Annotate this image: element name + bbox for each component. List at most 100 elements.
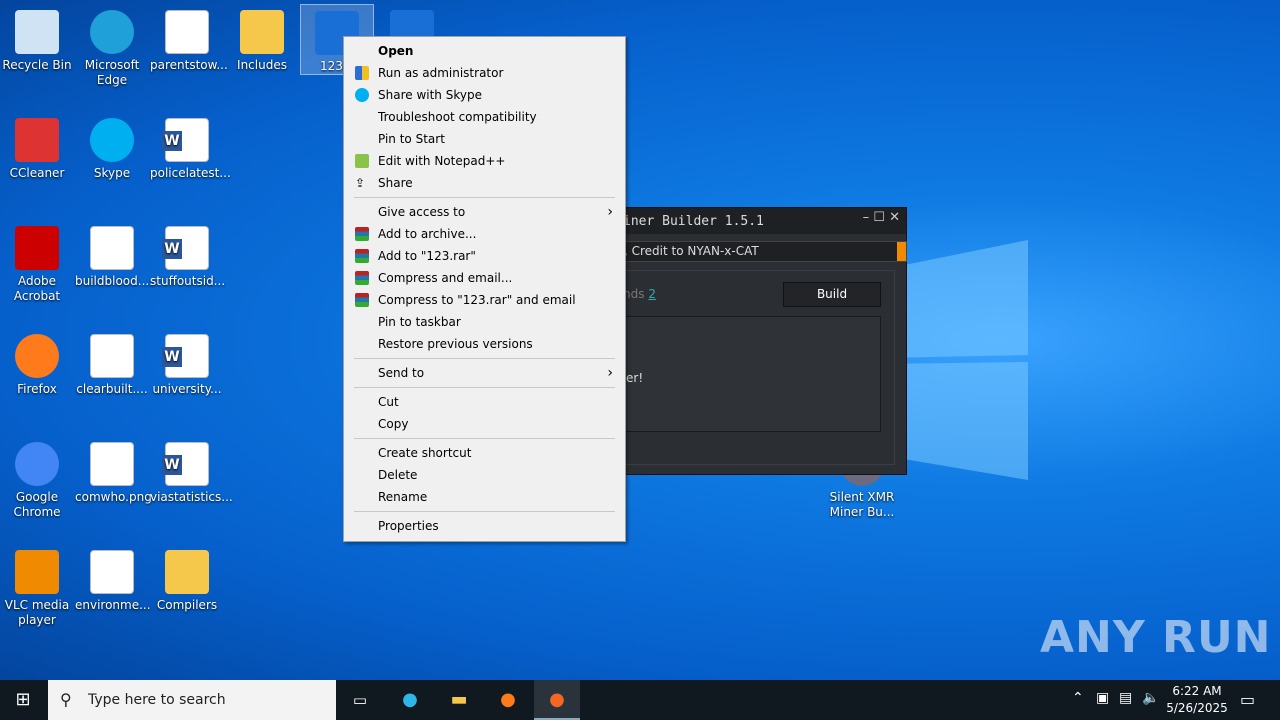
winrar-icon xyxy=(355,249,369,263)
desktop-icon[interactable]: stuffoutsid... xyxy=(150,220,225,289)
desktop-icon[interactable]: Compilers xyxy=(150,544,224,613)
menu-item-label: Create shortcut xyxy=(378,446,472,460)
menu-item[interactable]: Open xyxy=(344,40,625,62)
chevron-right-icon: › xyxy=(607,365,613,381)
notifications-icon[interactable]: ▭ xyxy=(1240,690,1255,709)
skype-icon xyxy=(355,88,369,102)
desktop-icon[interactable]: Includes xyxy=(225,4,299,73)
menu-item[interactable]: Restore previous versions xyxy=(344,333,625,355)
menu-item-label: Compress and email... xyxy=(378,271,513,285)
maximize-button[interactable]: ☐ xyxy=(873,210,885,225)
menu-separator xyxy=(354,387,615,388)
desktop-icon-label: clearbuilt.... xyxy=(76,382,148,396)
desktop-icon[interactable]: comwho.png xyxy=(75,436,152,505)
option-link[interactable]: 2 xyxy=(648,287,656,301)
word-icon xyxy=(162,442,209,486)
menu-item-label: Give access to xyxy=(378,205,466,219)
menu-item-label: Compress to "123.rar" and email xyxy=(378,293,576,307)
credit-bar: , Credit to NYAN-x-CAT xyxy=(613,241,907,262)
menu-item[interactable]: Share with Skype xyxy=(344,84,625,106)
desktop-icon[interactable]: CCleaner xyxy=(0,112,74,181)
desktop-icon-label: Skype xyxy=(93,166,131,180)
desktop-icon[interactable]: policelatest... xyxy=(150,112,231,181)
winrar-icon xyxy=(355,271,369,285)
close-button[interactable]: ✕ xyxy=(889,210,900,225)
start-button[interactable]: ⊞ xyxy=(0,680,46,720)
menu-item-label: Pin to Start xyxy=(378,132,445,146)
desktop-icon-label: policelatest... xyxy=(150,166,231,180)
search-placeholder: Type here to search xyxy=(88,692,226,708)
time: 6:22 AM xyxy=(1172,684,1222,698)
image-icon xyxy=(90,550,134,594)
desktop-icon-label: buildblood.... xyxy=(75,274,154,288)
desktop-icon[interactable]: Microsoft Edge xyxy=(75,4,149,88)
menu-item[interactable]: Add to archive... xyxy=(344,223,625,245)
desktop-icon[interactable]: Recycle Bin xyxy=(0,4,74,73)
window-controls[interactable]: – ☐ ✕ xyxy=(863,210,900,225)
menu-item[interactable]: ⇪ Share xyxy=(344,172,625,194)
menu-item[interactable]: Pin to taskbar xyxy=(344,311,625,333)
search-icon: ⚲ xyxy=(60,690,72,709)
miner-taskbar-icon[interactable]: ● xyxy=(534,680,580,720)
volume-icon[interactable]: 🔈 xyxy=(1142,690,1159,706)
desktop-icon[interactable]: VLC media player xyxy=(0,544,74,628)
notepadpp-icon xyxy=(355,154,369,168)
menu-item[interactable]: Delete xyxy=(344,464,625,486)
menu-item[interactable]: Compress and email... xyxy=(344,267,625,289)
menu-item[interactable]: Rename xyxy=(344,486,625,508)
edge-taskbar-icon[interactable]: ● xyxy=(387,680,433,720)
menu-item-label: Pin to taskbar xyxy=(378,315,461,329)
menu-item[interactable]: Cut xyxy=(344,391,625,413)
desktop-icon[interactable]: viastatistics... xyxy=(150,436,233,505)
desktop-icon-label: comwho.png xyxy=(75,490,152,504)
folder-icon xyxy=(240,10,284,54)
file-explorer-icon[interactable]: ▬ xyxy=(436,680,482,720)
desktop-icon-label: Silent XMR Miner Bu... xyxy=(829,490,895,519)
desktop-icon[interactable]: Firefox xyxy=(0,328,74,397)
menu-item[interactable]: Compress to "123.rar" and email xyxy=(344,289,625,311)
desktop-icon[interactable]: parentstow... xyxy=(150,4,228,73)
menu-item-label: Properties xyxy=(378,519,439,533)
menu-item[interactable]: Create shortcut xyxy=(344,442,625,464)
desktop-icon[interactable]: Skype xyxy=(75,112,149,181)
desktop-icon[interactable]: clearbuilt.... xyxy=(75,328,149,397)
camera-icon[interactable]: ▣ xyxy=(1096,690,1109,706)
menu-item[interactable]: Add to "123.rar" xyxy=(344,245,625,267)
menu-item-label: Delete xyxy=(378,468,418,482)
chevron-right-icon: › xyxy=(607,204,613,220)
recycle-icon xyxy=(15,10,59,54)
menu-item[interactable]: Send to › xyxy=(344,362,625,384)
desktop-icon[interactable]: buildblood.... xyxy=(75,220,154,289)
word-icon xyxy=(162,334,209,378)
menu-item[interactable]: Properties xyxy=(344,515,625,537)
menu-item[interactable]: Edit with Notepad++ xyxy=(344,150,625,172)
menu-separator xyxy=(354,438,615,439)
network-icon[interactable]: ▤ xyxy=(1119,690,1132,706)
menu-item[interactable]: Give access to › xyxy=(344,201,625,223)
menu-separator xyxy=(354,358,615,359)
desktop-icon[interactable]: university... xyxy=(150,328,224,397)
desktop-icon[interactable]: Google Chrome xyxy=(0,436,74,520)
firefox-taskbar-icon[interactable]: ● xyxy=(485,680,531,720)
build-button[interactable]: Build xyxy=(783,282,881,307)
minimize-button[interactable]: – xyxy=(863,210,870,225)
desktop-icon[interactable]: Adobe Acrobat xyxy=(0,220,74,304)
desktop-icon-label: Microsoft Edge xyxy=(84,58,140,87)
desktop-icon-label: university... xyxy=(152,382,222,396)
clock[interactable]: 6:22 AM 5/26/2025 xyxy=(1166,683,1228,717)
menu-item[interactable]: Copy xyxy=(344,413,625,435)
search-box[interactable]: ⚲ Type here to search xyxy=(48,680,336,720)
edge-icon xyxy=(90,10,134,54)
desktop-icon[interactable]: environme... xyxy=(75,544,151,613)
desktop-icon-label: Recycle Bin xyxy=(2,58,72,72)
task-view-icon[interactable]: ▭ xyxy=(337,680,383,720)
show-hidden-icons[interactable]: ⌃ xyxy=(1072,690,1084,706)
taskbar: ⊞ ⚲ Type here to search ▭ ● ▬ ● ● ⌃ ▣ ▤ 🔈… xyxy=(0,680,1280,720)
word-icon xyxy=(162,118,209,162)
menu-item[interactable]: Pin to Start xyxy=(344,128,625,150)
menu-item[interactable]: Troubleshoot compatibility xyxy=(344,106,625,128)
menu-item[interactable]: Run as administrator xyxy=(344,62,625,84)
menu-item-label: Send to xyxy=(378,366,425,380)
shield-icon xyxy=(355,66,369,80)
menu-item-label: Share xyxy=(378,176,413,190)
